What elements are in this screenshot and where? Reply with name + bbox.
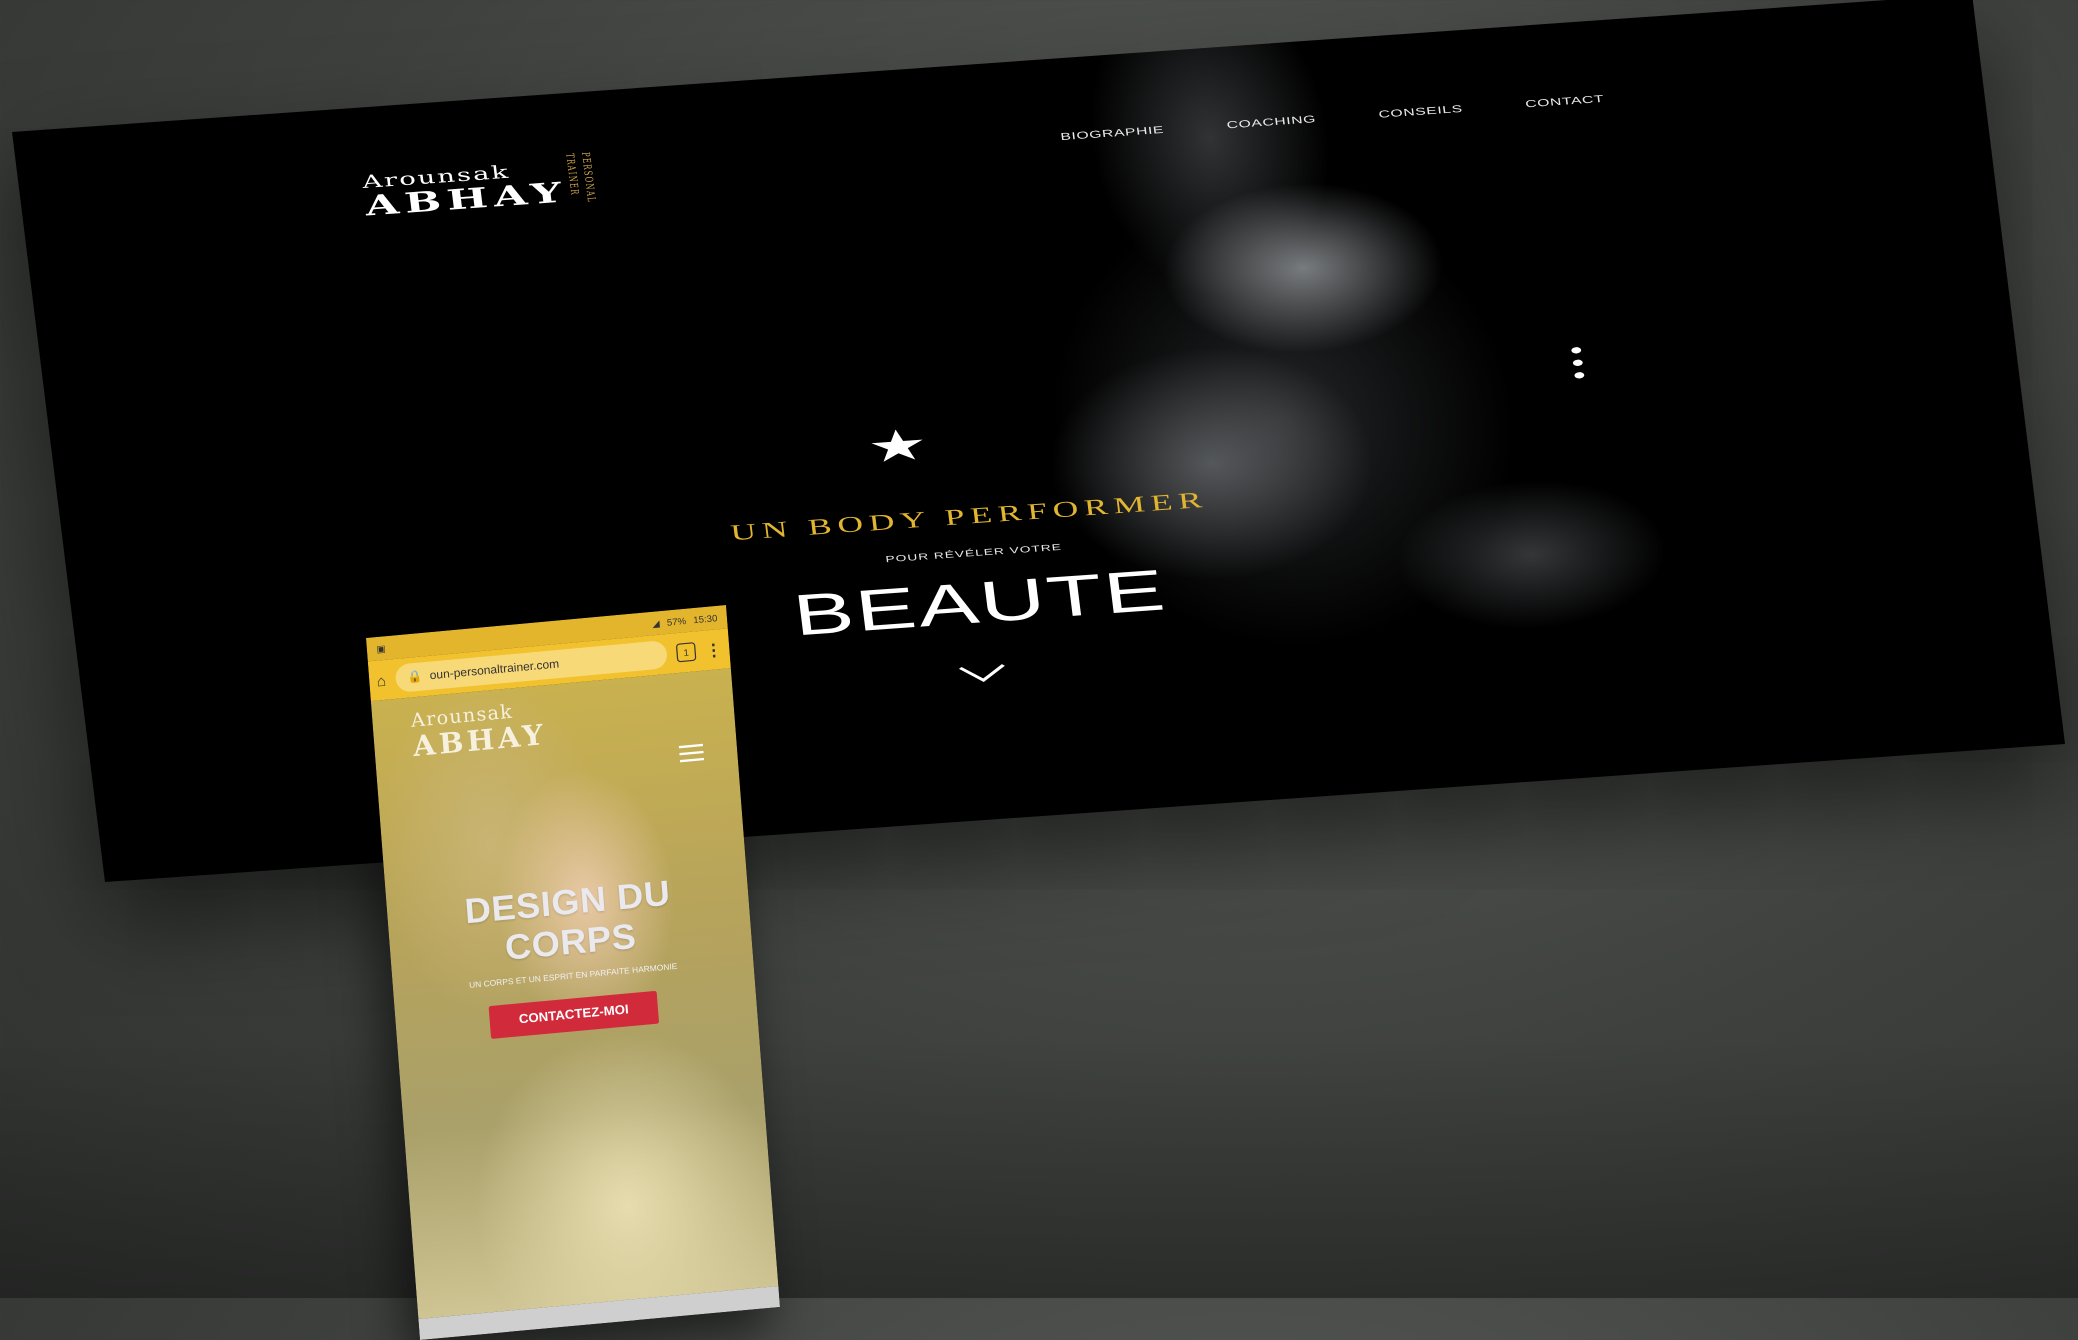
site-logo[interactable]: Arounsak ABHAY PERSONAL TRAINER — [361, 152, 596, 223]
battery-level: 57% — [666, 615, 687, 628]
mobile-site-logo[interactable]: Arounsak ABHAY — [410, 697, 548, 763]
signal-icon: ◢ — [651, 617, 661, 629]
desktop-screen: Arounsak ABHAY PERSONAL TRAINER BIOGRAPH… — [12, 0, 2065, 882]
mobile-hero-section: Arounsak ABHAY DESIGN DU CORPS UN CORPS … — [370, 668, 779, 1319]
tab-switcher-button[interactable]: 1 — [675, 642, 697, 663]
slider-dot[interactable] — [1570, 346, 1582, 354]
contact-me-button[interactable]: CONTACTEZ-MOI — [488, 990, 660, 1039]
notification-icon: ▣ — [376, 642, 386, 655]
slider-dot[interactable] — [1572, 359, 1584, 367]
hamburger-menu-icon[interactable] — [678, 743, 705, 767]
lock-icon: 🔒 — [407, 669, 423, 685]
mobile-screen: ▣ ◢ 57% 15:30 ⌂ 🔒 oun-personaltrainer.co… — [366, 605, 780, 1340]
floor-shadow — [0, 1038, 2078, 1298]
hero-bodybuilder-image — [854, 18, 1713, 823]
logo-tagline: PERSONAL TRAINER — [562, 151, 597, 204]
slider-dot[interactable] — [1574, 371, 1585, 379]
chevron-down-icon[interactable] — [956, 662, 1009, 686]
star-icon: ★ — [864, 420, 931, 473]
home-icon[interactable]: ⌂ — [376, 671, 387, 689]
more-options-icon[interactable]: ⋮ — [705, 639, 723, 660]
url-text: oun-personaltrainer.com — [429, 657, 560, 683]
status-time: 15:30 — [692, 612, 718, 626]
